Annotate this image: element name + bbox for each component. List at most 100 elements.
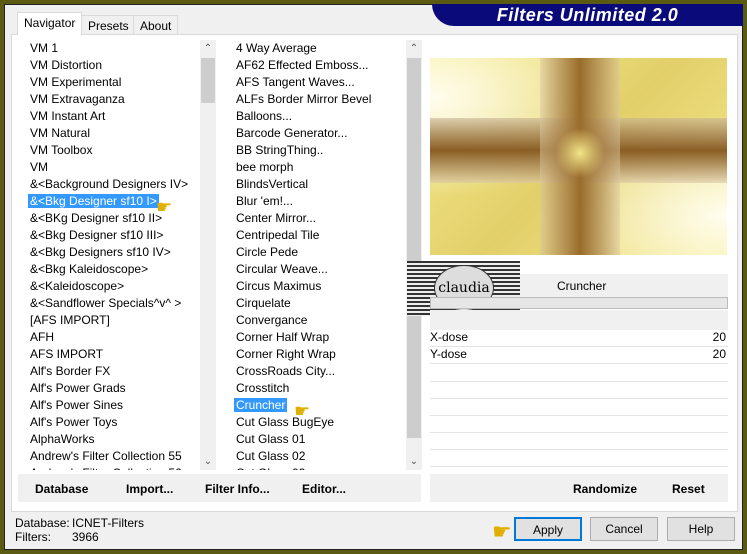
list-item[interactable]: AFS Tangent Waves... — [228, 74, 406, 91]
list-item[interactable]: Cirquelate — [228, 295, 406, 312]
list-item[interactable]: Alf's Power Grads — [22, 380, 200, 397]
list-item[interactable]: VM Distortion — [22, 57, 200, 74]
list-item[interactable]: VM Instant Art — [22, 108, 200, 125]
category-scrollbar[interactable]: ⌃ ⌄ — [200, 40, 216, 470]
list-item[interactable]: &<BKg Designer sf10 II> — [22, 210, 200, 227]
list-item[interactable]: Cut Glass 02 — [228, 448, 406, 465]
param-value[interactable]: 20 — [713, 330, 726, 344]
list-item[interactable]: VM Experimental — [22, 74, 200, 91]
list-item[interactable]: Andrew's Filter Collection 56 — [22, 465, 200, 470]
filter-info-button[interactable]: Filter Info... — [205, 482, 270, 496]
list-item[interactable]: CrossRoads City... — [228, 363, 406, 380]
filter-scrollbar[interactable]: ⌃ ⌄ — [406, 40, 422, 470]
list-item-label: &<Bkg Kaleidoscope> — [30, 262, 149, 276]
list-item-label: Cut Glass BugEye — [236, 415, 335, 429]
list-item[interactable]: bee morph — [228, 159, 406, 176]
cancel-button[interactable]: Cancel — [590, 517, 658, 541]
category-list[interactable]: VM 1 VM Distortion VM Experimental VM Extra… — [22, 40, 200, 470]
list-item[interactable]: Alf's Power Sines — [22, 397, 200, 414]
list-item-label: VM Experimental — [30, 75, 122, 89]
list-item[interactable]: AF62 Effected Emboss... — [228, 57, 406, 74]
list-item[interactable]: VM Extravaganza — [22, 91, 200, 108]
filter-list[interactable]: 4 Way Average AF62 Effected Emboss... AFS … — [228, 40, 406, 470]
pointing-hand-icon: ☛ — [294, 401, 311, 421]
tab-navigator[interactable]: Navigator — [17, 12, 83, 35]
list-item-label: &<Sandflower Specials^v^ > — [30, 296, 182, 310]
list-item[interactable]: &<Bkg Designer sf10 I> — [22, 193, 200, 210]
list-item[interactable]: Convergance — [228, 312, 406, 329]
list-item[interactable]: [AFS IMPORT] — [22, 312, 200, 329]
list-item[interactable]: VM — [22, 159, 200, 176]
filter-name-label: Cruncher — [557, 279, 607, 293]
list-item[interactable]: &<Background Designers IV> — [22, 176, 200, 193]
import-button[interactable]: Import... — [126, 482, 173, 496]
list-item[interactable]: ALFs Border Mirror Bevel — [228, 91, 406, 108]
param-button-bar: Randomize Reset — [430, 474, 728, 502]
list-item[interactable]: AlphaWorks — [22, 431, 200, 448]
list-item[interactable]: Circular Weave... — [228, 261, 406, 278]
list-item[interactable]: AFH — [22, 329, 200, 346]
tab-presets[interactable]: Presets — [81, 15, 136, 35]
list-item[interactable]: Alf's Power Toys — [22, 414, 200, 431]
list-item-label: AlphaWorks — [30, 432, 95, 446]
list-item[interactable]: Circus Maximus — [228, 278, 406, 295]
list-item[interactable]: Crosstitch — [228, 380, 406, 397]
help-button[interactable]: Help — [667, 517, 735, 541]
list-item[interactable]: Cut Glass 03 — [228, 465, 406, 470]
editor-button[interactable]: Editor... — [302, 482, 346, 496]
list-item[interactable]: Cut Glass 01 — [228, 431, 406, 448]
list-item-label: CrossRoads City... — [236, 364, 336, 378]
list-item[interactable]: Cruncher — [228, 397, 406, 414]
list-item[interactable]: &<Sandflower Specials^v^ > — [22, 295, 200, 312]
list-item-label: bee morph — [236, 160, 294, 174]
param-row[interactable]: Y-dose 20 — [430, 347, 728, 364]
list-item[interactable]: Andrew's Filter Collection 55 — [22, 448, 200, 465]
list-item-label: Alf's Border FX — [30, 364, 111, 378]
list-item-label: BB StringThing.. — [236, 143, 324, 157]
list-item[interactable]: Centripedal Tile — [228, 227, 406, 244]
list-item[interactable]: Corner Half Wrap — [228, 329, 406, 346]
param-row[interactable]: X-dose 20 — [430, 330, 728, 347]
list-item-label: VM Natural — [30, 126, 91, 140]
list-item[interactable]: Circle Pede — [228, 244, 406, 261]
database-button[interactable]: Database — [35, 482, 88, 496]
list-item-label: ALFs Border Mirror Bevel — [236, 92, 372, 106]
list-item[interactable]: 4 Way Average — [228, 40, 406, 57]
list-item[interactable]: &<Bkg Designer sf10 III> — [22, 227, 200, 244]
list-item[interactable]: Cut Glass BugEye — [228, 414, 406, 431]
list-item-label: &<Bkg Designer sf10 III> — [30, 228, 164, 242]
scroll-up-icon[interactable]: ⌃ — [200, 40, 216, 57]
scroll-down-icon[interactable]: ⌄ — [406, 453, 422, 470]
param-value[interactable]: 20 — [713, 347, 726, 361]
list-item[interactable]: Corner Right Wrap — [228, 346, 406, 363]
scroll-down-icon[interactable]: ⌄ — [200, 453, 216, 470]
list-item[interactable]: Center Mirror... — [228, 210, 406, 227]
list-item[interactable]: BB StringThing.. — [228, 142, 406, 159]
list-item[interactable]: BlindsVertical — [228, 176, 406, 193]
randomize-button[interactable]: Randomize — [573, 482, 637, 496]
scroll-up-icon[interactable]: ⌃ — [406, 40, 422, 57]
list-item-label: 4 Way Average — [236, 41, 317, 55]
list-item[interactable]: &<Bkg Kaleidoscope> — [22, 261, 200, 278]
list-item[interactable]: VM Natural — [22, 125, 200, 142]
list-item-label: VM Toolbox — [30, 143, 93, 157]
list-item[interactable]: AFS IMPORT — [22, 346, 200, 363]
apply-button[interactable]: Apply — [514, 517, 582, 541]
list-item[interactable]: VM Toolbox — [22, 142, 200, 159]
reset-button[interactable]: Reset — [672, 482, 705, 496]
list-item[interactable]: &<Kaleidoscope> — [22, 278, 200, 295]
list-item[interactable]: Balloons... — [228, 108, 406, 125]
filter-progress-bar — [430, 297, 728, 309]
list-item-label: Center Mirror... — [236, 211, 317, 225]
list-item-label: &<BKg Designer sf10 II> — [30, 211, 163, 225]
scroll-thumb[interactable] — [407, 58, 421, 438]
list-item[interactable]: Blur 'em!... — [228, 193, 406, 210]
list-item[interactable]: VM 1 — [22, 40, 200, 57]
list-item[interactable]: &<Bkg Designers sf10 IV> — [22, 244, 200, 261]
list-item-label: Convergance — [236, 313, 308, 327]
list-item[interactable]: Barcode Generator... — [228, 125, 406, 142]
list-item-label: VM Extravaganza — [30, 92, 125, 106]
tab-about[interactable]: About — [133, 15, 179, 35]
list-item[interactable]: Alf's Border FX — [22, 363, 200, 380]
scroll-thumb[interactable] — [201, 58, 215, 103]
